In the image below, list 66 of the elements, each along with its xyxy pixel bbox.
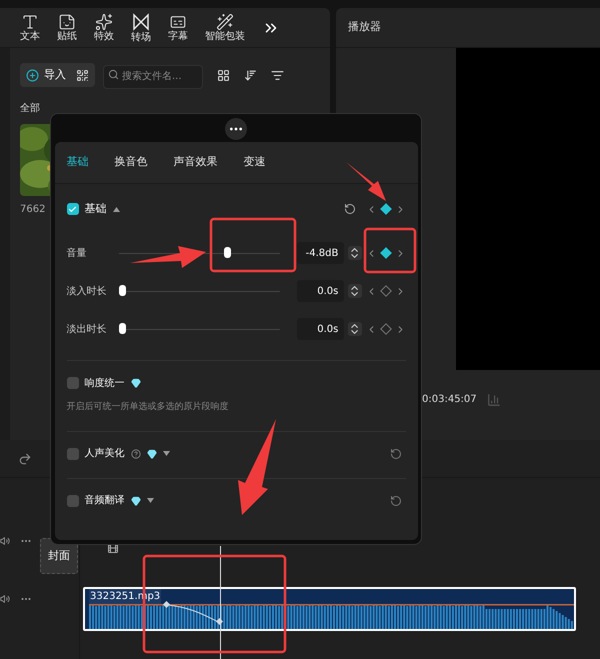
stepper-icon[interactable] <box>348 284 362 298</box>
checkbox[interactable] <box>66 377 78 389</box>
option-title: 响度统一 <box>84 376 124 390</box>
highlight-frame <box>364 228 416 274</box>
value-field[interactable]: -4.8dB <box>296 242 344 264</box>
reset-icon[interactable] <box>390 494 402 506</box>
volume-icon[interactable] <box>0 594 10 604</box>
reset-icon[interactable] <box>390 448 402 460</box>
grid-view-icon[interactable] <box>217 68 230 82</box>
tool-tab[interactable]: 贴纸 <box>57 12 77 42</box>
reset-icon[interactable] <box>344 203 356 215</box>
sort-icon[interactable] <box>244 68 257 82</box>
media-name: 7662 <box>20 202 46 216</box>
annotation-arrow <box>346 162 386 201</box>
slider-thumb[interactable] <box>119 323 126 334</box>
caret-icon[interactable] <box>146 498 154 503</box>
keyframe-diamond-icon[interactable] <box>380 203 392 215</box>
keyframe-diamond-icon[interactable] <box>380 285 392 297</box>
tab[interactable]: 声音效果 <box>174 154 218 171</box>
slider-thumb[interactable] <box>224 247 231 258</box>
import-button[interactable]: 导入 <box>26 67 66 84</box>
checkbox[interactable] <box>66 203 78 215</box>
text-icon <box>21 12 39 30</box>
tool-tab[interactable]: 转场 <box>131 12 151 44</box>
parameter-label: 淡入时长 <box>66 284 108 298</box>
checkbox[interactable] <box>66 448 78 460</box>
checkbox[interactable] <box>66 494 78 506</box>
filter-icon[interactable] <box>271 68 284 82</box>
sticker-icon <box>58 12 76 30</box>
tab[interactable]: 变速 <box>244 154 266 171</box>
tool-tab[interactable]: 智能包装 <box>205 12 245 42</box>
slider-thumb[interactable] <box>119 285 126 296</box>
redo-icon[interactable] <box>18 452 32 466</box>
search-field[interactable]: 搜索文件名... <box>103 64 203 88</box>
qr-code-icon[interactable] <box>76 68 89 82</box>
sparkle-icon <box>95 12 113 30</box>
keyframe-diamond-icon[interactable] <box>380 323 392 335</box>
option-title: 音频翻译 <box>84 494 124 508</box>
tool-tab[interactable]: 字幕 <box>168 12 188 42</box>
film-icon <box>107 542 119 554</box>
section-title: 基础 <box>84 200 106 217</box>
tool-tab[interactable]: 文本 <box>20 12 40 42</box>
option-description: 开启后可统一所单选或多选的原片段响度 <box>66 401 230 414</box>
timecode: 0:03:45:07 <box>422 393 477 407</box>
search-icon <box>108 69 119 80</box>
keyframe-diamond-icon[interactable] <box>380 247 392 259</box>
parameter-label: 音量 <box>66 246 88 260</box>
drag-handle-icon[interactable] <box>225 118 247 140</box>
parameter-label: 淡出时长 <box>66 322 108 336</box>
wand-icon <box>216 12 234 30</box>
value-field[interactable]: 0.0s <box>296 318 344 340</box>
help-icon[interactable] <box>130 448 140 458</box>
stepper-icon[interactable] <box>348 322 362 336</box>
tab[interactable]: 换音色 <box>114 154 148 171</box>
option-title: 人声美化 <box>84 446 124 461</box>
value-field[interactable]: 0.0s <box>296 280 344 302</box>
plus-icon <box>26 68 39 82</box>
tab[interactable]: 基础 <box>66 154 88 171</box>
caret-icon[interactable] <box>162 451 170 456</box>
bowtie-icon <box>131 12 151 32</box>
stepper-icon[interactable] <box>348 246 362 260</box>
volume-icon[interactable] <box>0 536 10 546</box>
caret-icon[interactable] <box>112 206 120 212</box>
filter-label[interactable]: 全部 <box>20 100 320 116</box>
volume-curve-drawing <box>163 601 225 627</box>
tool-tab[interactable]: 特效 <box>94 12 114 42</box>
